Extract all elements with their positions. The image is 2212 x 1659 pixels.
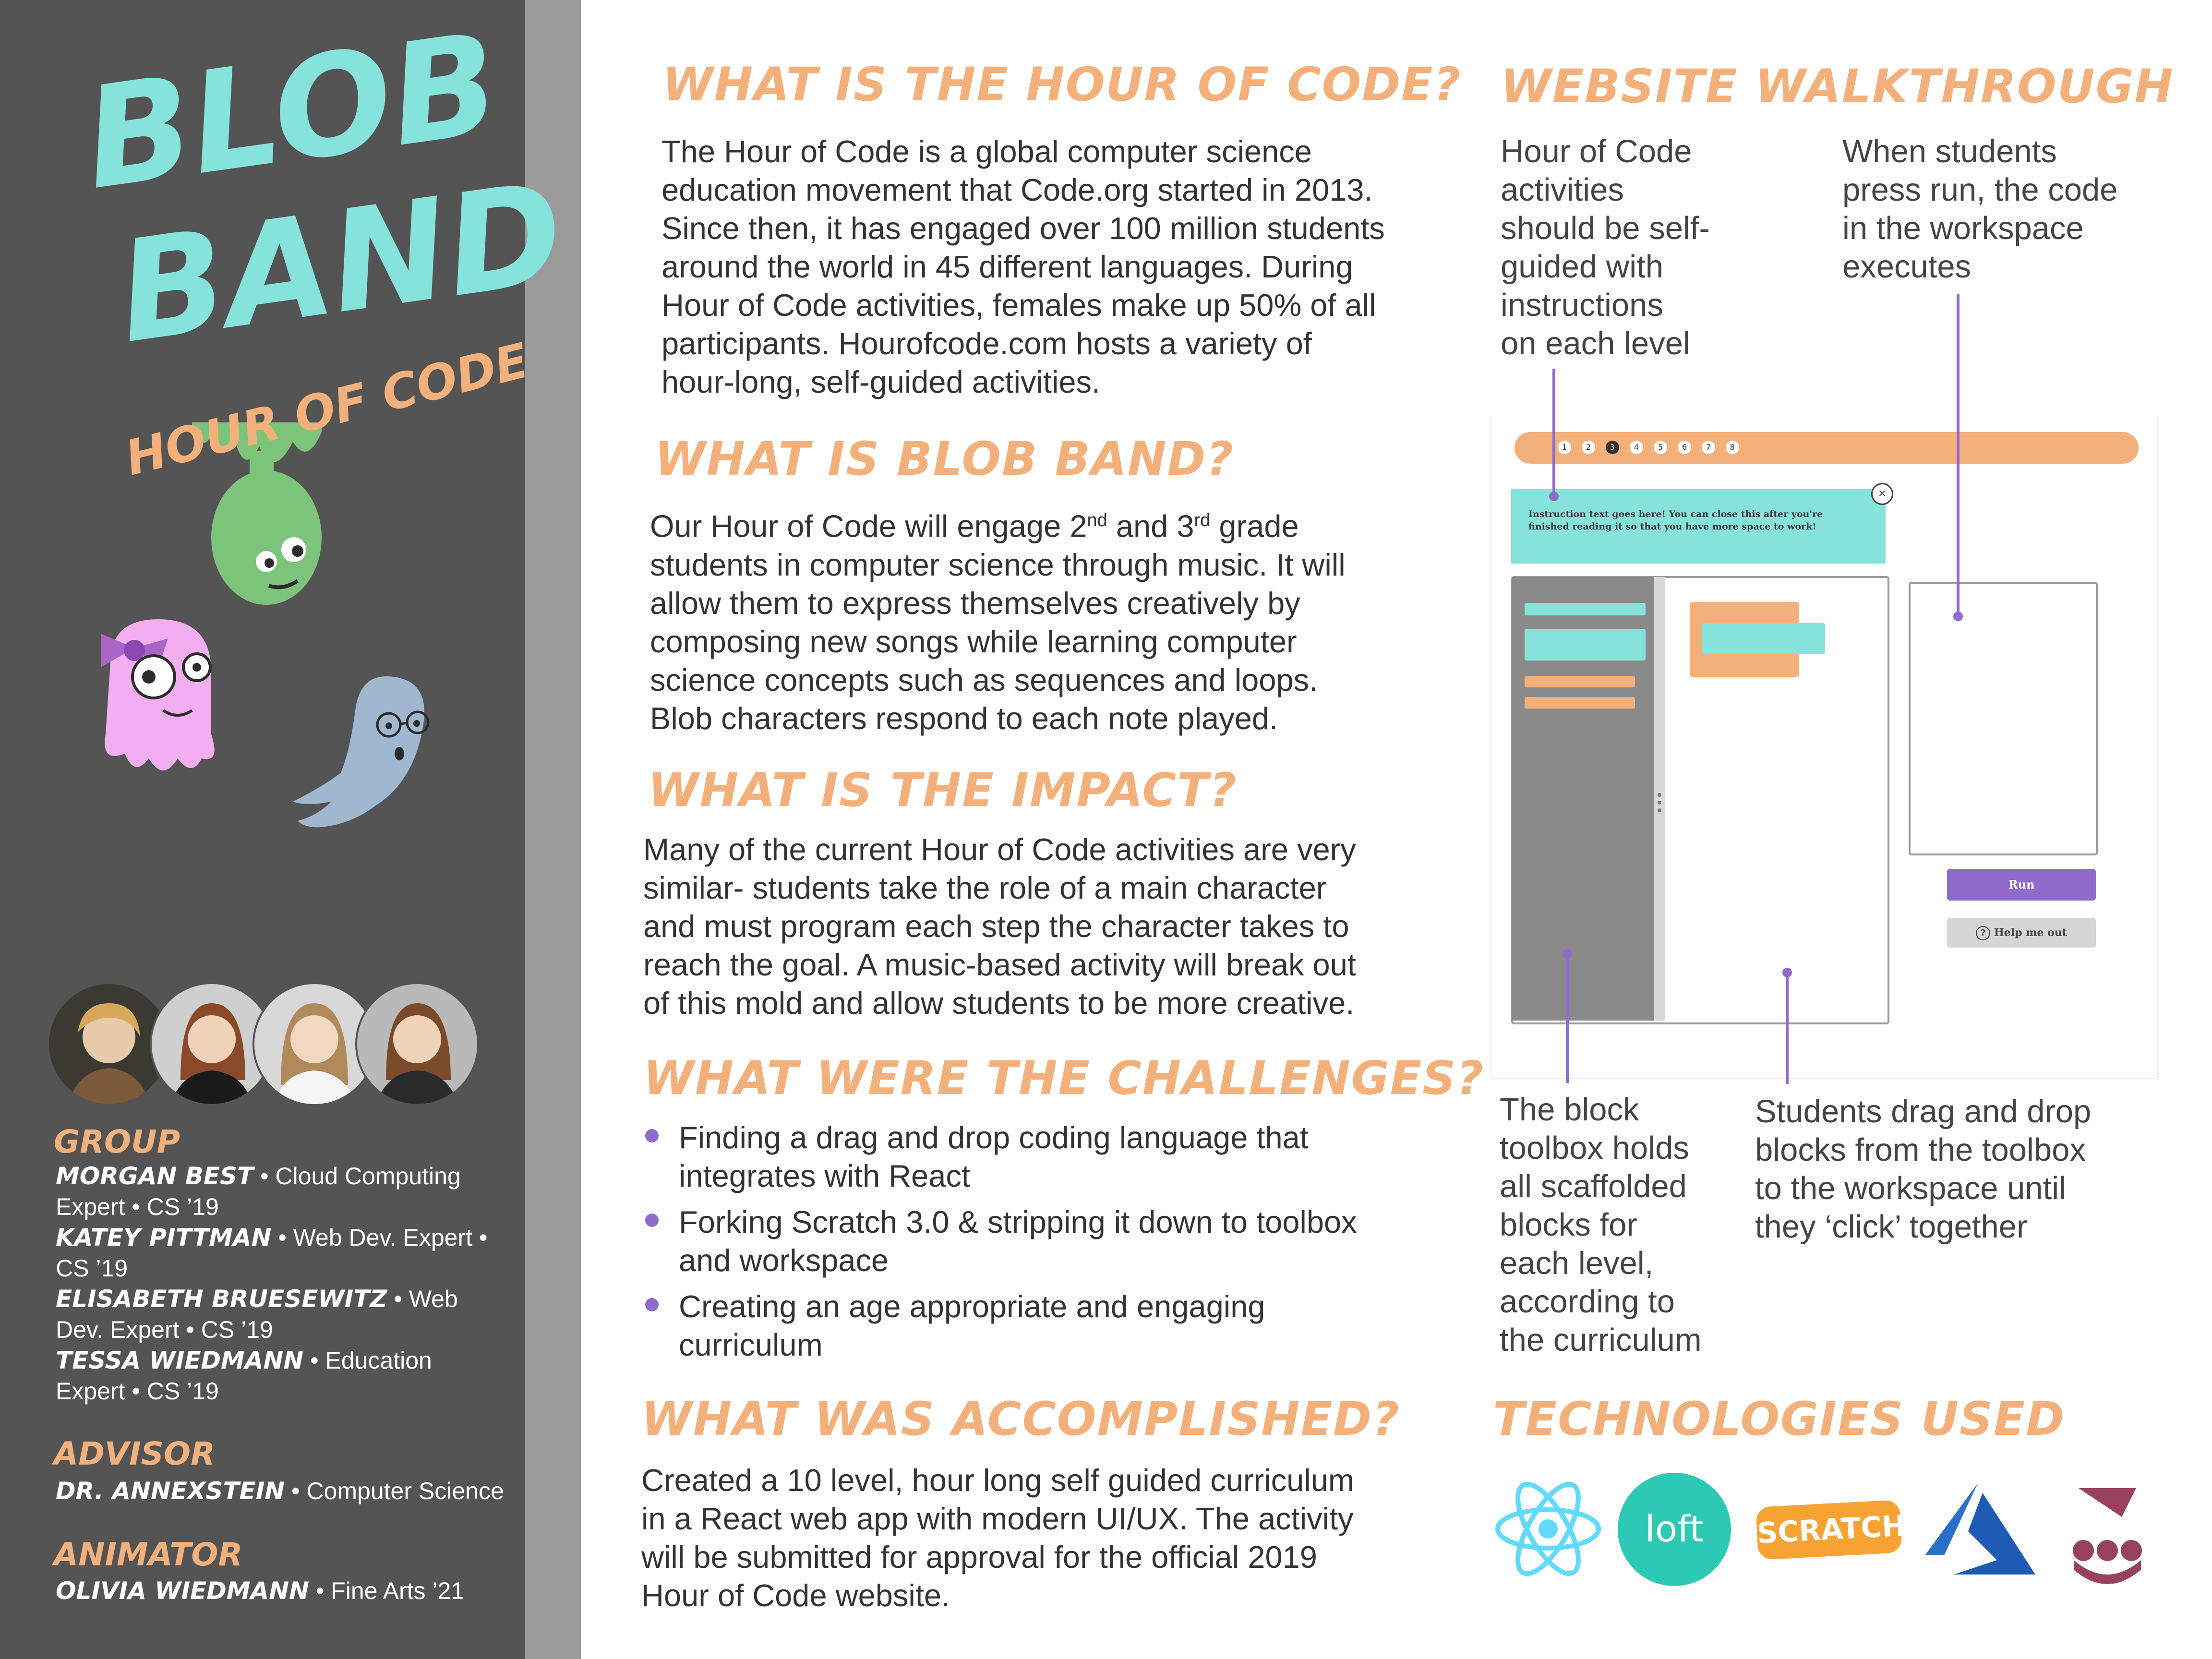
challenge-item: Finding a drag and drop coding language … bbox=[643, 1118, 1435, 1195]
member-elisabeth: ELISABETH BRUESEWITZ • Web Dev. Expert •… bbox=[56, 1285, 458, 1343]
text-impact: Many of the current Hour of Code activit… bbox=[643, 832, 1356, 1021]
scratch-logo: SCRATCH bbox=[1755, 1500, 1907, 1560]
heading-challenges: WHAT WERE THE CHALLENGES? bbox=[643, 1051, 1485, 1105]
text-blob-band: Our Hour of Code will engage 2nd and 3rd… bbox=[650, 508, 1346, 736]
azure-logo bbox=[1925, 1483, 2035, 1575]
callout-workspace: Students drag and drop blocks from the t… bbox=[1755, 1094, 2092, 1245]
connector-dot bbox=[1782, 968, 1792, 977]
stage-panel bbox=[1909, 582, 2098, 855]
pink-blob-character bbox=[101, 619, 215, 770]
callout-toolbox: The block toolbox holds all scaffolded b… bbox=[1500, 1092, 1702, 1358]
toolbox-block[interactable] bbox=[1525, 676, 1635, 687]
react-logo bbox=[1495, 1481, 1601, 1576]
level-dot-5[interactable]: 5 bbox=[1654, 441, 1667, 454]
group-members: MORGAN BEST • Cloud Computing Expert • C… bbox=[56, 1161, 502, 1407]
connector-dot bbox=[1563, 949, 1572, 958]
heading-accomplished: WHAT WAS ACCOMPLISHED? bbox=[641, 1392, 1400, 1446]
level-dot-3[interactable]: 3 bbox=[1606, 441, 1619, 454]
member-morgan: MORGAN BEST • Cloud Computing Expert • C… bbox=[56, 1162, 461, 1220]
advisor: DR. ANNEXSTEIN • Computer Science bbox=[56, 1477, 504, 1505]
toolbox-block[interactable] bbox=[1525, 629, 1646, 661]
help-button[interactable]: ? Help me out bbox=[1947, 918, 2096, 948]
callout-run: When students press run, the code in the… bbox=[1842, 133, 2118, 285]
connector-dot bbox=[1953, 612, 1963, 621]
loft-logo: loft bbox=[1618, 1473, 1731, 1586]
level-progress-bar: 12345678 bbox=[1515, 432, 2139, 464]
connector-toolbox bbox=[1566, 953, 1569, 1083]
advisor-heading: ADVISOR bbox=[54, 1435, 215, 1472]
level-dot-1[interactable]: 1 bbox=[1558, 441, 1571, 454]
workspace-block-inner[interactable] bbox=[1702, 623, 1825, 654]
connector-run bbox=[1957, 294, 1960, 615]
heading-impact: WHAT IS THE IMPACT? bbox=[648, 763, 1238, 817]
challenge-item: Forking Scratch 3.0 & stripping it down … bbox=[643, 1203, 1435, 1280]
text-accomplished: Created a 10 level, hour long self guide… bbox=[641, 1463, 1355, 1613]
avatar-tessa bbox=[355, 982, 479, 1106]
text-hour-of-code: The Hour of Code is a global computer sc… bbox=[661, 134, 1385, 399]
challenge-item: Creating an age appropriate and engaging… bbox=[643, 1287, 1435, 1364]
connector-dot bbox=[1549, 492, 1559, 501]
heading-blob-band: WHAT IS BLOB BAND? bbox=[655, 432, 1234, 486]
connector-instructions bbox=[1552, 369, 1555, 495]
question-circle-icon: ? bbox=[1976, 926, 1991, 940]
animator: OLIVIA WIEDMANN • Fine Arts ’21 bbox=[56, 1577, 465, 1605]
blue-ghost-character bbox=[293, 676, 430, 828]
instruction-box: Instruction text goes here! You can clos… bbox=[1511, 489, 1886, 564]
callout-instructions: Hour of Code activities should be self- … bbox=[1501, 133, 1710, 361]
level-dots: 12345678 bbox=[1558, 441, 1739, 454]
jest-logo bbox=[2073, 1488, 2142, 1584]
toolbox-divider[interactable] bbox=[1654, 577, 1665, 1021]
level-dot-8[interactable]: 8 bbox=[1726, 441, 1739, 454]
group-heading: GROUP bbox=[54, 1123, 180, 1160]
challenges-list: Finding a drag and drop coding language … bbox=[643, 1118, 1435, 1372]
level-dot-4[interactable]: 4 bbox=[1630, 441, 1643, 454]
connector-workspace bbox=[1786, 973, 1789, 1084]
heading-walkthrough: WEBSITE WALKTHROUGH bbox=[1501, 60, 2174, 113]
heading-technologies: TECHNOLOGIES USED bbox=[1493, 1392, 2066, 1446]
animator-heading: ANIMATOR bbox=[54, 1536, 243, 1573]
level-dot-7[interactable]: 7 bbox=[1702, 441, 1715, 454]
member-tessa: TESSA WIEDMANN • Education Expert • CS ’… bbox=[56, 1346, 432, 1405]
toolbox-block[interactable] bbox=[1525, 697, 1635, 709]
heading-hour-of-code: WHAT IS THE HOUR OF CODE? bbox=[662, 58, 1462, 111]
member-katey: KATEY PITTMAN • Web Dev. Expert • CS ’19 bbox=[56, 1224, 488, 1282]
level-dot-2[interactable]: 2 bbox=[1582, 441, 1595, 454]
run-button[interactable]: Run bbox=[1947, 869, 2096, 901]
level-dot-6[interactable]: 6 bbox=[1678, 441, 1691, 454]
instruction-text: Instruction text goes here! You can clos… bbox=[1528, 509, 1823, 532]
close-icon[interactable]: × bbox=[1871, 483, 1893, 505]
toolbox-block[interactable] bbox=[1525, 603, 1646, 615]
